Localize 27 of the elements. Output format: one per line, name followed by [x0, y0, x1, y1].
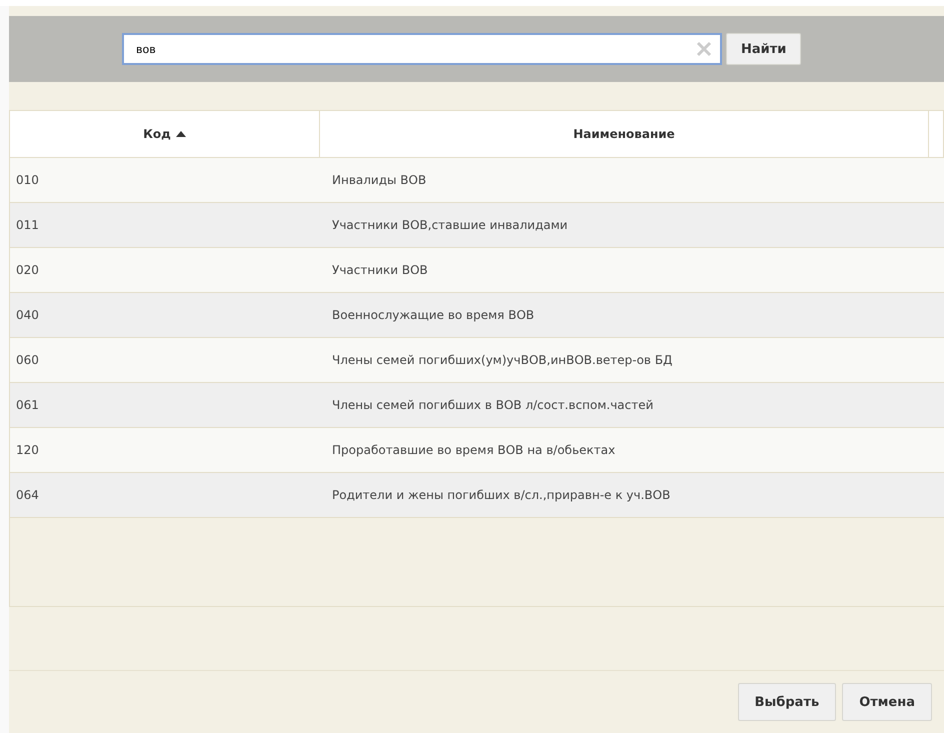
- table-cell: Родители и жены погибших в/сл.,приравн-е к уч.ВОВ: [332, 488, 670, 502]
- table-cell: 120: [16, 443, 39, 457]
- table-cell: Члены семей погибших в ВОВ л/сост.вспом.частей: [332, 398, 654, 412]
- table-cell: 061: [16, 398, 39, 412]
- column-title: Код: [143, 127, 171, 141]
- search-button[interactable]: Найти: [726, 33, 802, 65]
- table-cell: Инвалиды ВОВ: [332, 173, 426, 187]
- table-cell: 010: [16, 173, 39, 187]
- table-cell: 020: [16, 263, 39, 277]
- table-cell: Участники ВОВ,ставшие инвалидами: [332, 218, 568, 232]
- column-header[interactable]: Наименование: [320, 111, 929, 157]
- search-field[interactable]: вов: [122, 33, 722, 65]
- table-cell: Проработавшие во время ВОВ на в/обьектах: [332, 443, 616, 457]
- table-cell: 040: [16, 308, 39, 322]
- table-cell: 064: [16, 488, 39, 502]
- sort-up-icon: [176, 131, 186, 137]
- table-cell: 011: [16, 218, 39, 232]
- cancel-button[interactable]: Отмена: [842, 683, 932, 721]
- select-button[interactable]: Выбрать: [738, 683, 836, 721]
- column-title: Наименование: [573, 127, 675, 141]
- table-cell: Военнослужащие во время ВОВ: [332, 308, 534, 322]
- search-input[interactable]: вов: [134, 42, 696, 56]
- table-cell: Участники ВОВ: [332, 263, 428, 277]
- clear-icon[interactable]: [696, 41, 712, 57]
- table-cell: 060: [16, 353, 39, 367]
- column-header[interactable]: Код: [10, 111, 320, 157]
- table-cell: Члены семей погибших(ум)учВОВ,инВОВ.ветер-ов БД: [332, 353, 672, 367]
